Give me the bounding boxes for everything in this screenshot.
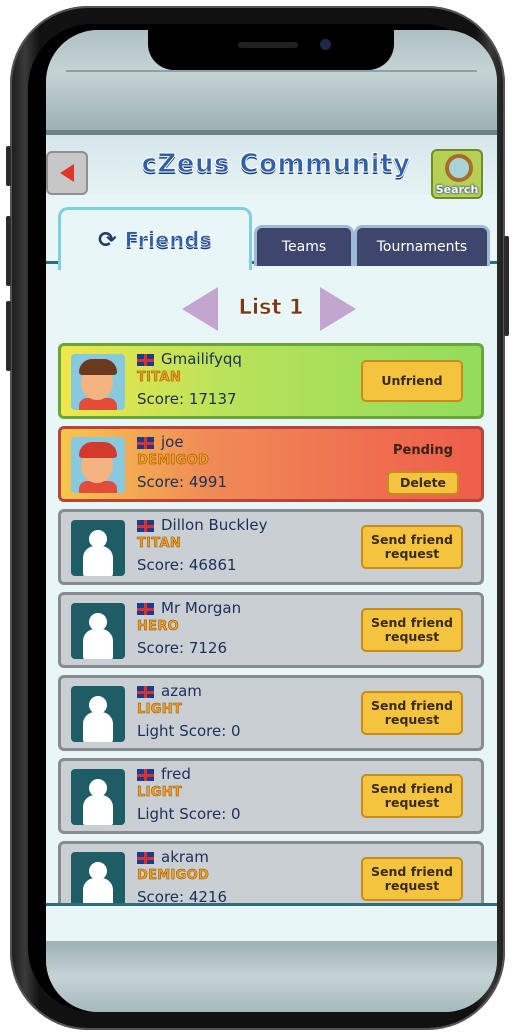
uk-flag-icon bbox=[137, 686, 154, 698]
friends-list[interactable]: Gmailifyqq TITAN Score: 17137 Unfriend j… bbox=[58, 343, 484, 903]
player-rank: TITAN bbox=[137, 536, 182, 552]
avatar-placeholder bbox=[71, 852, 125, 903]
avatar-placeholder bbox=[71, 603, 125, 659]
send-friend-request-button[interactable]: Send friend request bbox=[361, 857, 463, 901]
stone-frame-bottom bbox=[46, 942, 497, 1012]
list-item: Mr Morgan HERO Score: 7126 Send friend r… bbox=[58, 592, 484, 668]
power-button bbox=[504, 236, 509, 336]
tab-tournaments[interactable]: Tournaments bbox=[354, 225, 490, 266]
uk-flag-icon bbox=[137, 354, 154, 366]
mute-switch bbox=[6, 146, 11, 186]
magnifier-icon bbox=[445, 154, 473, 182]
avatar bbox=[71, 354, 125, 410]
tab-teams-label: Teams bbox=[281, 239, 327, 255]
list-bottom-divider bbox=[46, 903, 497, 906]
list-item: akram DEMIGOD Score: 4216 Send friend re… bbox=[58, 841, 484, 903]
player-rank: TITAN bbox=[137, 370, 182, 386]
speaker bbox=[238, 42, 298, 48]
player-name: joe bbox=[161, 433, 184, 451]
tab-tournaments-label: Tournaments bbox=[376, 239, 468, 255]
player-name: Mr Morgan bbox=[161, 599, 242, 617]
community-panel: cZeus Community Search ⟳ Friends Teams T… bbox=[46, 135, 497, 941]
search-label: Search bbox=[435, 183, 479, 196]
list-title: List 1 bbox=[238, 295, 304, 320]
player-score: Score: 4216 bbox=[137, 888, 228, 903]
next-list-arrow-icon[interactable] bbox=[320, 287, 356, 331]
list-item: Gmailifyqq TITAN Score: 17137 Unfriend bbox=[58, 343, 484, 419]
player-score: Light Score: 0 bbox=[137, 722, 241, 740]
list-item: Dillon Buckley TITAN Score: 46861 Send f… bbox=[58, 509, 484, 585]
send-friend-request-button[interactable]: Send friend request bbox=[361, 608, 463, 652]
page-title: cZeus Community bbox=[141, 149, 411, 180]
uk-flag-icon bbox=[137, 520, 154, 532]
list-item: fred LIGHT Light Score: 0 Send friend re… bbox=[58, 758, 484, 834]
tab-friends[interactable]: ⟳ Friends bbox=[58, 207, 252, 270]
refresh-icon: ⟳ bbox=[98, 227, 117, 253]
send-friend-request-button[interactable]: Send friend request bbox=[361, 691, 463, 735]
notch bbox=[148, 30, 394, 70]
list-item: joe DEMIGOD Score: 4991 Pending Delete bbox=[58, 426, 484, 502]
send-friend-request-button[interactable]: Send friend request bbox=[361, 525, 463, 569]
player-score: Light Score: 0 bbox=[137, 805, 241, 823]
delete-button[interactable]: Delete bbox=[387, 471, 459, 495]
front-camera bbox=[320, 39, 331, 50]
volume-down-button bbox=[6, 301, 11, 371]
player-name: Dillon Buckley bbox=[161, 516, 268, 534]
prev-list-arrow-icon[interactable] bbox=[182, 287, 218, 331]
send-friend-request-button[interactable]: Send friend request bbox=[361, 774, 463, 818]
player-score: Score: 7126 bbox=[137, 639, 228, 657]
avatar-placeholder bbox=[71, 520, 125, 576]
player-rank: LIGHT bbox=[137, 702, 183, 718]
player-score: Score: 4991 bbox=[137, 473, 228, 491]
uk-flag-icon bbox=[137, 603, 154, 615]
player-rank: HERO bbox=[137, 619, 180, 635]
header: cZeus Community Search bbox=[46, 135, 497, 199]
uk-flag-icon bbox=[137, 769, 154, 781]
tab-friends-label: Friends bbox=[124, 228, 212, 253]
uk-flag-icon bbox=[137, 437, 154, 449]
player-name: akram bbox=[161, 848, 209, 866]
player-name: Gmailifyqq bbox=[161, 350, 242, 368]
player-name: fred bbox=[161, 765, 191, 783]
tab-teams[interactable]: Teams bbox=[254, 225, 354, 266]
unfriend-button[interactable]: Unfriend bbox=[361, 360, 463, 402]
avatar-placeholder bbox=[71, 769, 125, 825]
player-score: Score: 17137 bbox=[137, 390, 237, 408]
player-rank: LIGHT bbox=[137, 785, 183, 801]
avatar bbox=[71, 437, 125, 493]
volume-up-button bbox=[6, 216, 11, 286]
back-button[interactable] bbox=[46, 151, 88, 195]
player-name: azam bbox=[161, 682, 202, 700]
avatar-placeholder bbox=[71, 686, 125, 742]
uk-flag-icon bbox=[137, 852, 154, 864]
pending-status: Pending bbox=[393, 443, 453, 458]
list-item: azam LIGHT Light Score: 0 Send friend re… bbox=[58, 675, 484, 751]
player-score: Score: 46861 bbox=[137, 556, 237, 574]
player-rank: DEMIGOD bbox=[137, 453, 210, 469]
back-arrow-icon bbox=[60, 164, 74, 182]
player-rank: DEMIGOD bbox=[137, 868, 210, 884]
search-button[interactable]: Search bbox=[431, 149, 483, 199]
app-screen: cZeus Community Search ⟳ Friends Teams T… bbox=[46, 30, 497, 1012]
